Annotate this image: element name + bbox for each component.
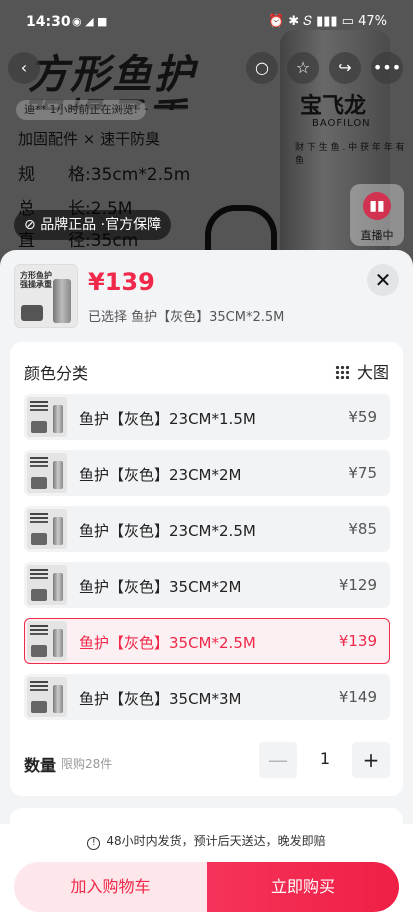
more-icon[interactable]: ••• — [371, 52, 403, 84]
sku-option-price: ¥85 — [348, 520, 377, 538]
sku-option-image — [27, 453, 67, 493]
live-bars-icon: ▮▮ — [363, 192, 391, 220]
thumbnail-can — [53, 279, 71, 323]
selected-sku-text: 已选择 鱼护【灰色】35CM*2.5M — [88, 310, 285, 325]
sku-option-list: 鱼护【灰色】23CM*1.5M ¥59 鱼护【灰色】23CM*2M ¥75 鱼护… — [24, 394, 390, 730]
star-icon[interactable]: ☆ — [287, 52, 319, 84]
quantity-label: 数量 — [24, 756, 57, 775]
sku-sheet: 方形鱼护 强操承重 ¥139 已选择 鱼护【灰色】35CM*2.5M ✕ 颜色分… — [0, 250, 413, 924]
sku-option-image — [27, 565, 67, 605]
sku-option-label: 鱼护【灰色】23CM*2.5M — [79, 522, 256, 540]
sku-option-label: 鱼护【灰色】35CM*3M — [79, 690, 242, 708]
quantity-decrease-button[interactable]: — — [259, 742, 297, 778]
back-icon[interactable]: ‹ — [8, 52, 40, 84]
sku-option-image — [27, 621, 67, 661]
status-bar: 14:30 ◉ ◢ ■ ⏰ ✱ 𝑆 ▮▮▮ ▭ 47% — [0, 10, 413, 36]
sku-option-price: ¥59 — [348, 408, 377, 426]
big-view-label: 大图 — [356, 363, 389, 382]
sku-option-label: 鱼护【灰色】35CM*2M — [79, 578, 242, 596]
purchase-limit: 限购28件 — [61, 757, 113, 771]
selected-sku-thumbnail[interactable]: 方形鱼护 强操承重 — [14, 264, 78, 328]
sku-option-price: ¥75 — [348, 464, 377, 482]
shipping-notice: ! 48小时内发货，预计后天送达，晚发即赔 — [0, 832, 413, 850]
search-icon[interactable]: ○ — [246, 52, 278, 84]
status-indicators: ⏰ ✱ 𝑆 ▮▮▮ ▭ 47% — [267, 14, 387, 29]
close-icon[interactable]: ✕ — [367, 264, 399, 296]
sku-option-image — [27, 677, 67, 717]
sheet-header: 方形鱼护 强操承重 ¥139 已选择 鱼护【灰色】35CM*2.5M ✕ — [0, 250, 413, 336]
grid-icon — [334, 365, 349, 379]
quantity-increase-button[interactable]: + — [352, 742, 390, 778]
sku-option-selected[interactable]: 鱼护【灰色】35CM*2.5M ¥139 — [24, 618, 390, 664]
sku-option[interactable]: 鱼护【灰色】35CM*2M ¥129 — [24, 562, 390, 608]
status-app-icons: ◉ ◢ ■ — [72, 15, 108, 28]
sku-option-label: 鱼护【灰色】35CM*2.5M — [79, 634, 256, 652]
sku-option[interactable]: 鱼护【灰色】23CM*2M ¥75 — [24, 450, 390, 496]
options-card: 颜色分类 大图 鱼护【灰色】23CM*1.5M ¥59 鱼护【灰色】23CM*2… — [10, 342, 403, 796]
color-category-title: 颜色分类 — [24, 364, 89, 383]
quantity-value[interactable]: 1 — [310, 749, 340, 768]
thumbnail-text: 方形鱼护 强操承重 — [20, 271, 52, 289]
live-label: 直播中 — [360, 229, 394, 242]
action-footer: ! 48小时内发货，预计后天送达，晚发即赔 加入购物车 立即购买 — [0, 824, 413, 924]
info-icon: ! — [87, 837, 101, 850]
sku-option-label: 鱼护【灰色】23CM*1.5M — [79, 410, 256, 428]
buy-now-button[interactable]: 立即购买 — [207, 862, 399, 912]
shipping-notice-text: 48小时内发货，预计后天送达，晚发即赔 — [106, 834, 326, 848]
thumbnail-bag — [21, 305, 43, 321]
big-view-toggle[interactable]: 大图 — [334, 359, 389, 383]
sku-option[interactable]: 鱼护【灰色】23CM*1.5M ¥59 — [24, 394, 390, 440]
brand-badge-label: 品牌正品 ·官方保障 — [40, 217, 162, 233]
sku-option-label: 鱼护【灰色】23CM*2M — [79, 466, 242, 484]
live-stream-button[interactable]: ▮▮ 直播中 — [350, 184, 404, 246]
sku-option-price: ¥129 — [338, 576, 377, 594]
share-icon[interactable]: ↪ — [329, 52, 361, 84]
status-time: 14:30 — [26, 14, 71, 30]
sku-price: ¥139 — [88, 268, 155, 296]
sku-option[interactable]: 鱼护【灰色】23CM*2.5M ¥85 — [24, 506, 390, 552]
check-circle-icon: ⊘ — [24, 217, 36, 233]
sku-option-image — [27, 397, 67, 437]
sku-option-price: ¥149 — [338, 688, 377, 706]
add-to-cart-button[interactable]: 加入购物车 — [14, 862, 207, 912]
sku-option-image — [27, 509, 67, 549]
sku-option[interactable]: 鱼护【灰色】35CM*3M ¥149 — [24, 674, 390, 720]
brand-guarantee-badge[interactable]: ⊘ 品牌正品 ·官方保障 — [14, 210, 172, 240]
sku-option-price: ¥139 — [338, 632, 377, 650]
